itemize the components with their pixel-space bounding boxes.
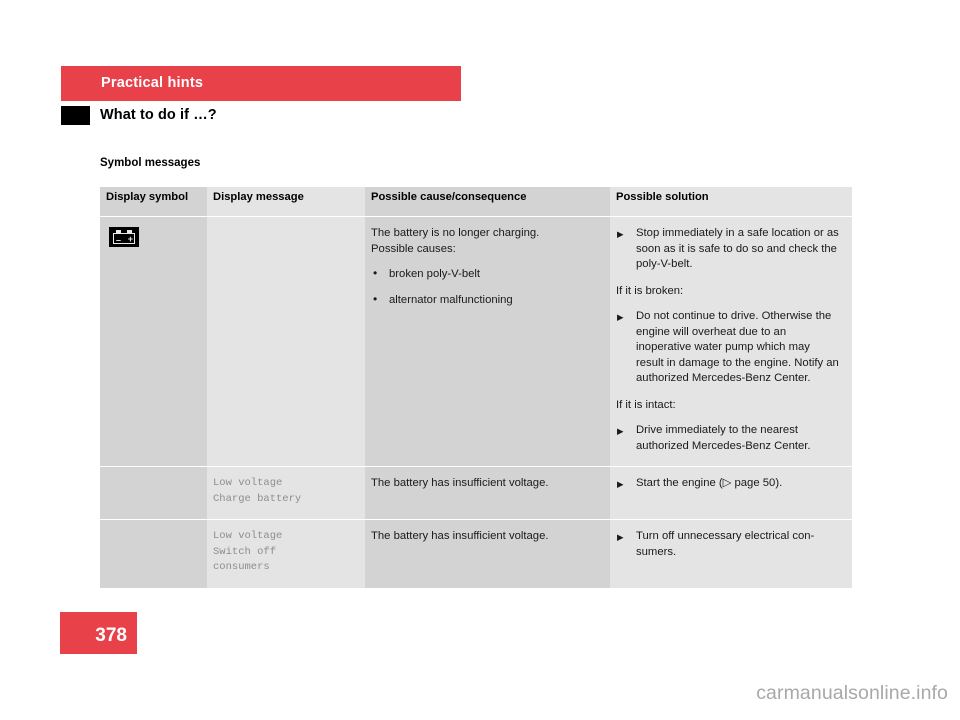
cause-intro-line-1: The battery is no longer charging. — [371, 227, 540, 239]
solution-lead-in-1: If it is broken: — [616, 284, 684, 297]
solution-list: Turn off unnecessary electrical con-sume… — [616, 529, 840, 560]
list-item: Drive immediately to the nearest authori… — [616, 423, 840, 454]
list-item: Turn off unnecessary electrical con-sume… — [616, 529, 840, 560]
solution-list-2: Do not continue to drive. Otherwise the … — [616, 309, 840, 387]
site-watermark: carmanualsonline.info — [756, 682, 948, 704]
cell-possible-cause: The battery has insufficient voltage. — [365, 519, 610, 588]
battery-icon: – + — [109, 227, 139, 247]
column-header-display-symbol: Display symbol — [100, 187, 207, 217]
chapter-title: Practical hints — [101, 75, 204, 91]
table-header-row: Display symbol Display message Possible … — [100, 187, 852, 217]
cell-display-symbol: – + — [100, 216, 207, 467]
column-header-possible-solution: Possible solution — [610, 187, 852, 217]
cell-possible-solution: Stop immediately in a safe location or a… — [610, 216, 852, 467]
cell-display-symbol — [100, 466, 207, 520]
list-item: Stop immediately in a safe location or a… — [616, 226, 840, 273]
table-row: – + The battery is no longer charging. P… — [100, 216, 852, 467]
subsection-title: Symbol messages — [100, 157, 201, 169]
display-message-text: Low voltage Switch off consumers — [213, 530, 283, 573]
solution-list-1: Stop immediately in a safe location or a… — [616, 226, 840, 273]
column-header-display-message: Display message — [207, 187, 365, 217]
list-item: Start the engine (▷ page 50). — [616, 476, 840, 492]
solution-lead-in-2: If it is intact: — [616, 398, 676, 411]
symbol-messages-table: Display symbol Display message Possible … — [100, 187, 852, 588]
list-item: broken poly-V-belt — [371, 266, 598, 283]
cause-intro-line-2: Possible causes: — [371, 242, 456, 255]
list-item: alternator malfunctioning — [371, 292, 598, 309]
cause-text: The battery has insufficient voltage. — [371, 477, 549, 489]
cell-possible-solution: Turn off unnecessary electrical con-sume… — [610, 519, 852, 588]
cause-bullet-list: broken poly-V-belt alternator malfunctio… — [371, 266, 598, 309]
list-item: Do not continue to drive. Otherwise the … — [616, 309, 840, 387]
table-row: Low voltage Charge battery The battery h… — [100, 466, 852, 520]
page-number-badge: 378 — [60, 612, 137, 654]
table-row: Low voltage Switch off consumers The bat… — [100, 519, 852, 588]
cell-possible-solution: Start the engine (▷ page 50). — [610, 466, 852, 520]
cell-display-message: Low voltage Charge battery — [207, 466, 365, 520]
cell-display-symbol — [100, 519, 207, 588]
chapter-banner: Practical hints — [61, 66, 461, 101]
solution-list: Start the engine (▷ page 50). — [616, 476, 840, 492]
display-message-text: Low voltage Charge battery — [213, 477, 302, 505]
cell-possible-cause: The battery is no longer charging. Possi… — [365, 216, 610, 467]
cause-text: The battery has insufficient voltage. — [371, 530, 549, 542]
cell-display-message: Low voltage Switch off consumers — [207, 519, 365, 588]
solution-list-3: Drive immediately to the nearest authori… — [616, 423, 840, 454]
cell-display-message — [207, 216, 365, 467]
column-header-possible-cause: Possible cause/consequence — [365, 187, 610, 217]
section-marker-square — [61, 106, 90, 125]
cell-possible-cause: The battery has insufficient voltage. — [365, 466, 610, 520]
page-number: 378 — [95, 625, 127, 646]
page-title: What to do if …? — [100, 107, 217, 123]
